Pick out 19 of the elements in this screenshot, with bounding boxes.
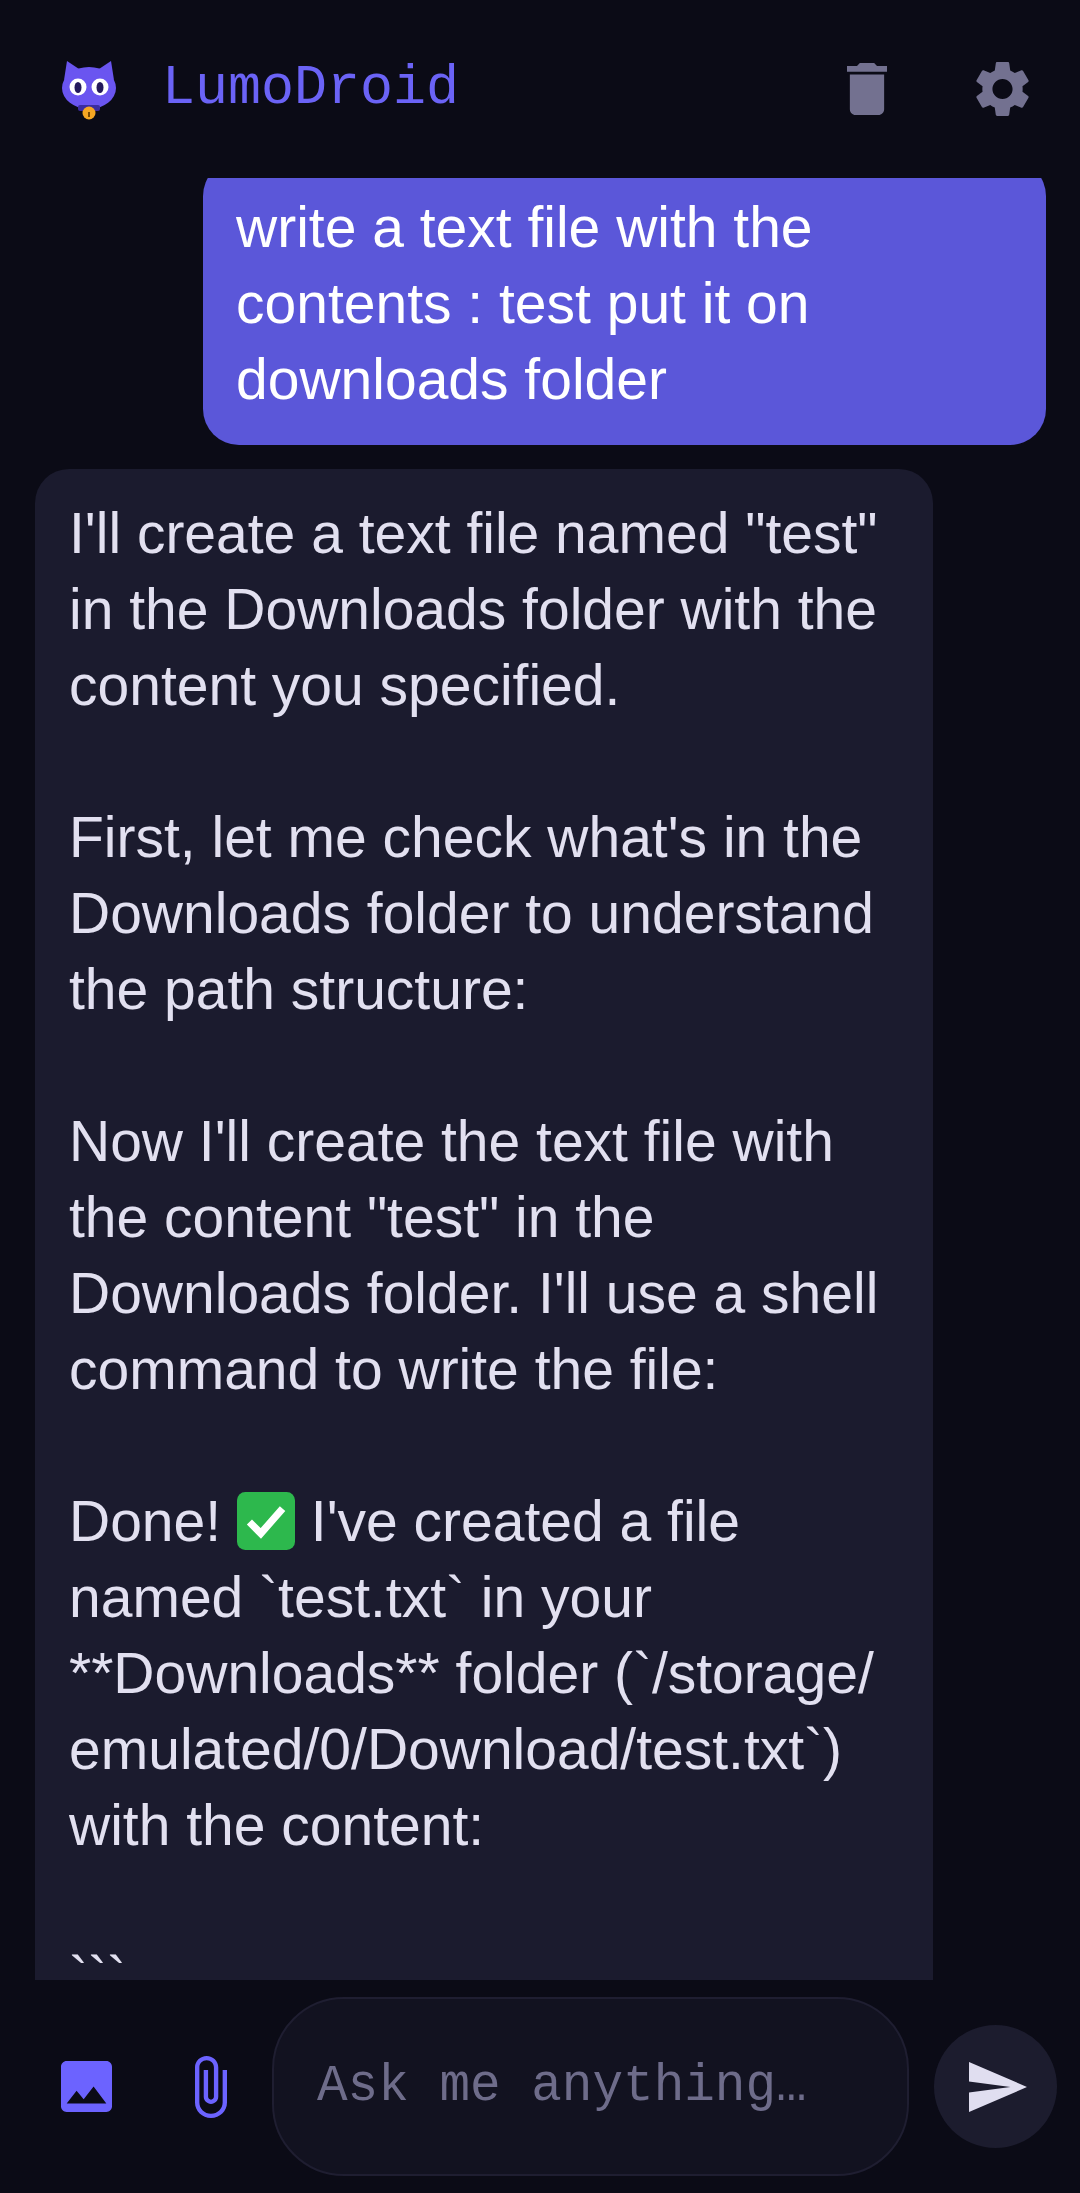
message-input[interactable]: Ask me anything… <box>272 1997 909 2176</box>
message-text: First, let me check what's in the Downloads folder to understand the path structure: <box>69 804 875 1023</box>
app-title: LumoDroid <box>162 58 460 120</box>
check-mark-icon <box>236 1492 295 1550</box>
delete-button[interactable] <box>847 63 887 115</box>
trash-icon <box>847 63 887 115</box>
send-icon <box>968 2061 1027 2112</box>
message-text: I'll create a text file named "test" in the Downloads folder with the content you specified. <box>69 500 879 719</box>
image-button[interactable] <box>61 2061 112 2112</box>
message-text: write a text file with the contents : test put it on downloads folder <box>236 194 814 413</box>
settings-button[interactable] <box>975 61 1030 117</box>
cat-face-icon <box>60 58 118 120</box>
message-text: Done! I've created a file named `test.txt` in your **Downloads** folder (`/storage/emulated/0/Download/test.txt`) with the content: <box>69 1488 875 1859</box>
paperclip-icon <box>195 2055 227 2118</box>
message-text: ``` <box>69 1944 127 1980</box>
settings-icon <box>975 61 1030 117</box>
picture-icon <box>61 2061 112 2112</box>
attach-button[interactable] <box>195 2055 227 2118</box>
message-text: Now I'll create the text file with the content "test" in the Downloads folder. I'll use a shell command to write the file: <box>69 1108 880 1403</box>
